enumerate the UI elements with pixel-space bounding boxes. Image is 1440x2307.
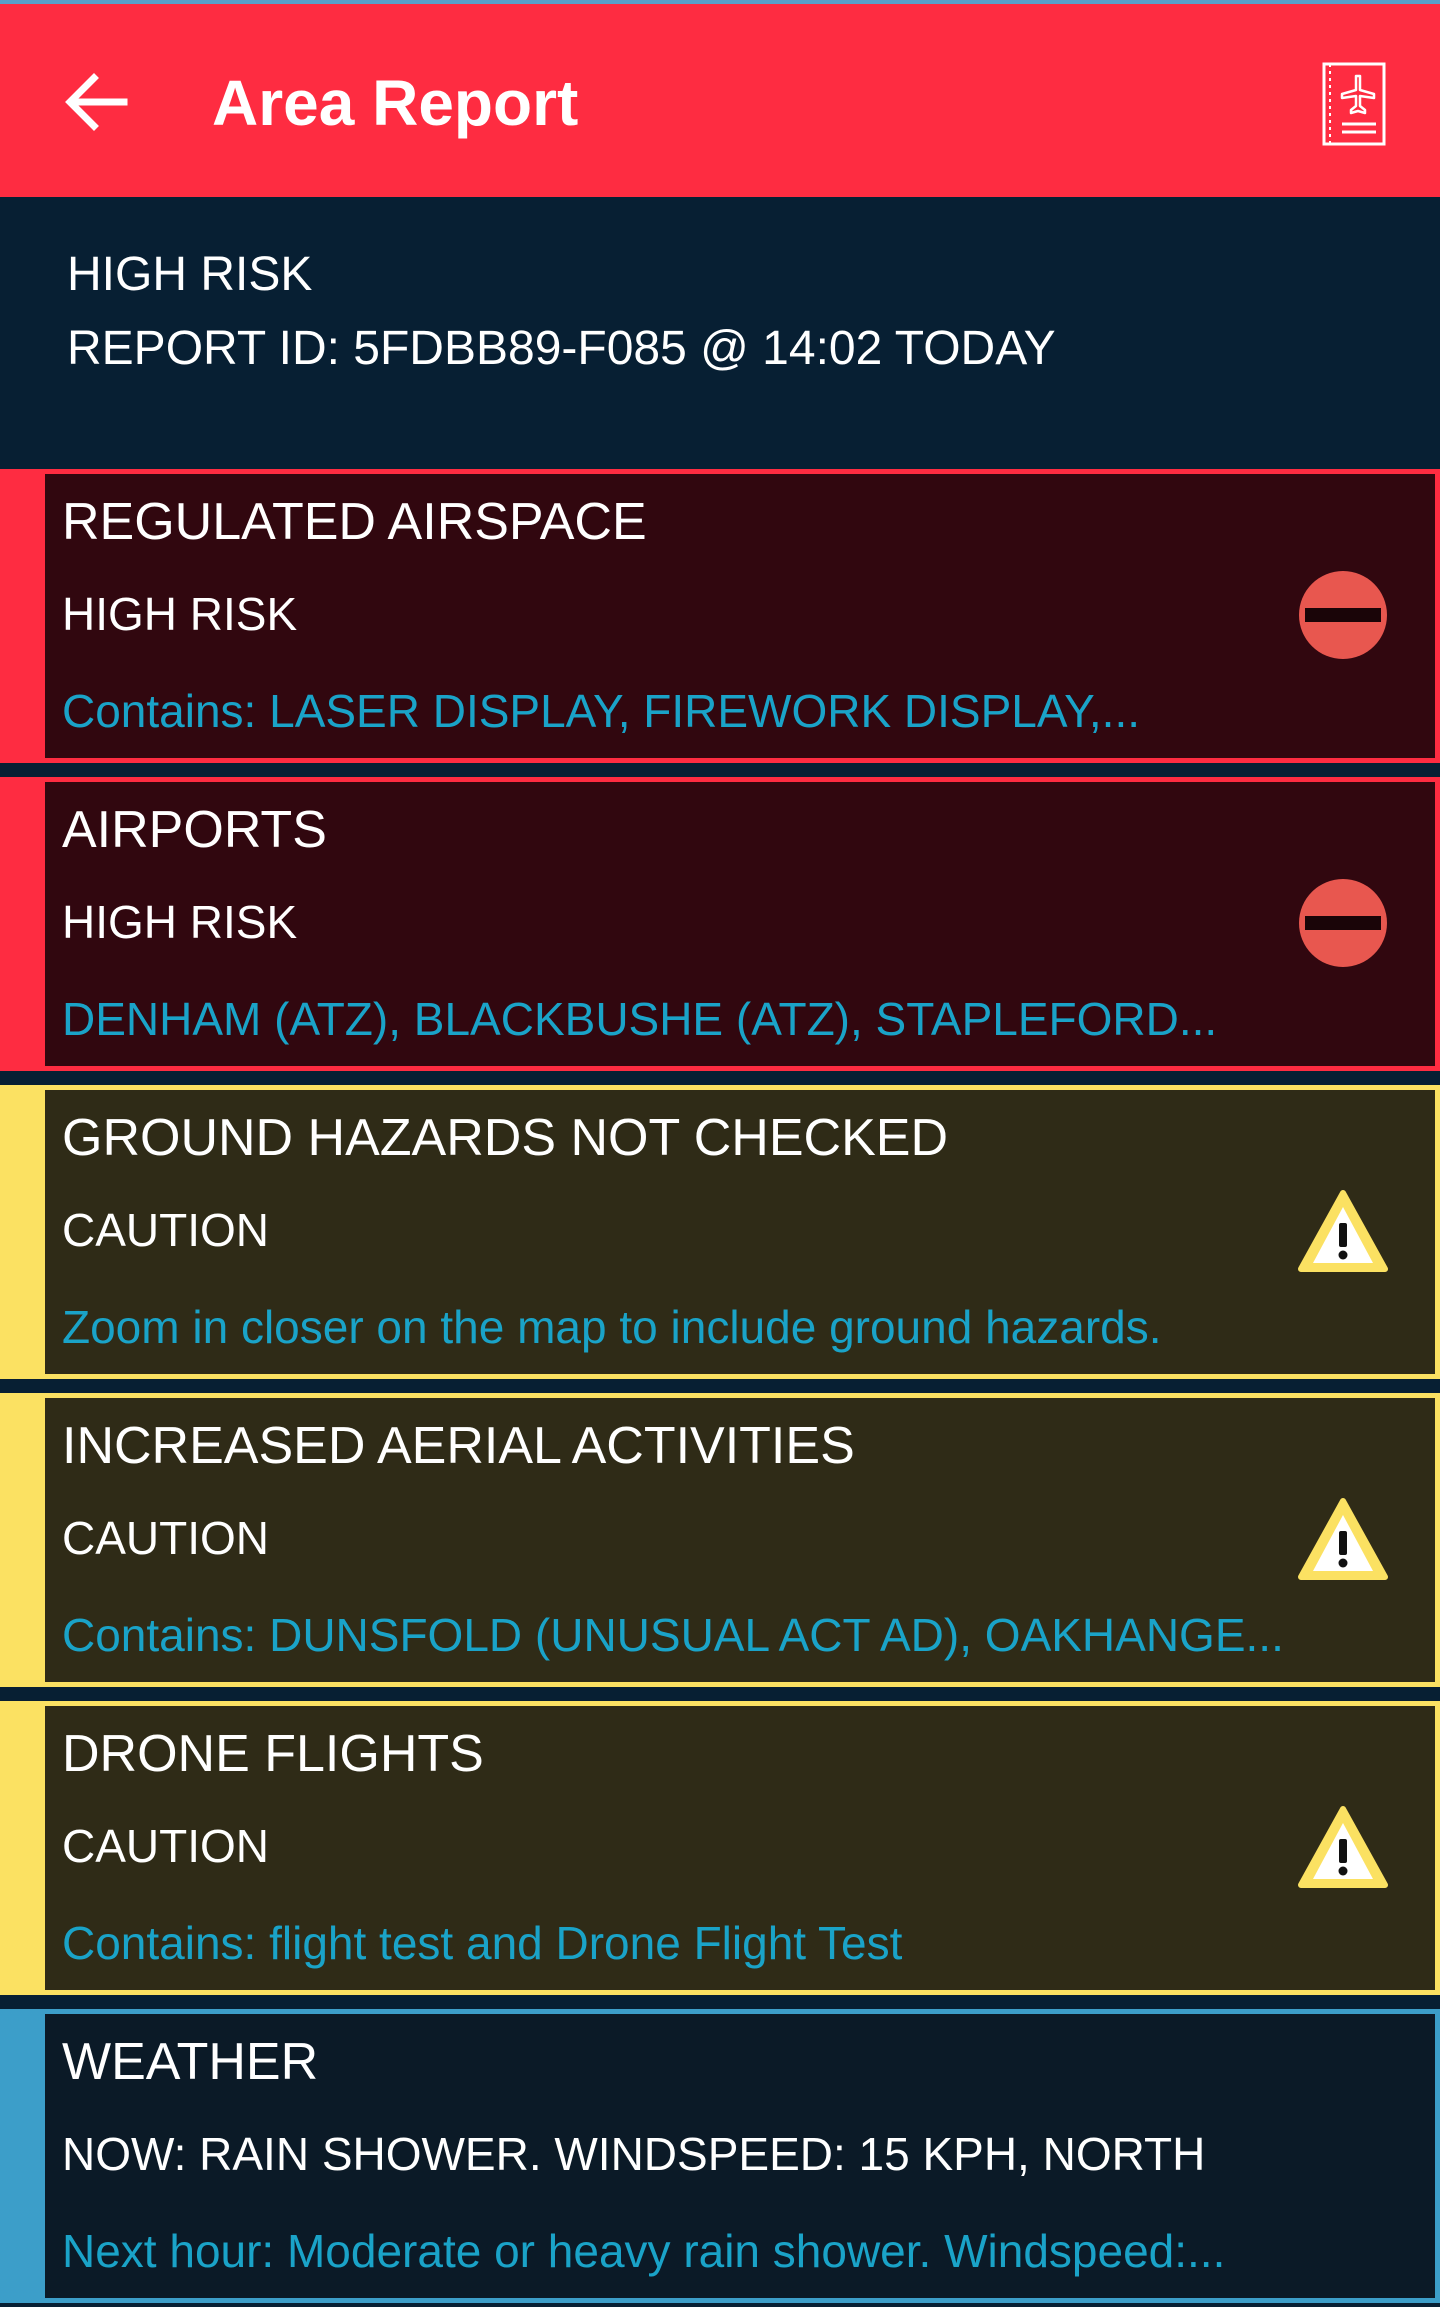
overall-risk: HIGH RISK bbox=[67, 248, 313, 301]
severity-stripe bbox=[0, 2009, 40, 2303]
severity-stripe bbox=[0, 469, 40, 763]
warning-icon bbox=[1298, 1498, 1388, 1580]
card-title: REGULATED AIRSPACE bbox=[62, 493, 647, 551]
card-risk-level: CAUTION bbox=[62, 1512, 269, 1564]
severity-stripe bbox=[0, 777, 40, 1071]
card-risk-level: CAUTION bbox=[62, 1204, 269, 1256]
card-risk-level: HIGH RISK bbox=[62, 896, 298, 948]
card-body: DRONE FLIGHTS CAUTION Contains: flight t… bbox=[40, 1701, 1440, 1995]
warning-icon bbox=[1298, 1190, 1388, 1272]
card-title: WEATHER bbox=[62, 2033, 319, 2091]
arrow-left-icon bbox=[65, 73, 128, 131]
card-body: REGULATED AIRSPACE HIGH RISK Contains: L… bbox=[40, 469, 1440, 763]
card-title: DRONE FLIGHTS bbox=[62, 1725, 484, 1783]
card-body: GROUND HAZARDS NOT CHECKED CAUTION Zoom … bbox=[40, 1085, 1440, 1379]
report-card-weather[interactable]: WEATHER NOW: RAIN SHOWER. WINDSPEED: 15 … bbox=[0, 2009, 1440, 2303]
report-summary: HIGH RISK REPORT ID: 5FDBB89-F085 @ 14:0… bbox=[0, 197, 1440, 465]
card-detail: Contains: flight test and Drone Flight T… bbox=[62, 1917, 903, 1969]
card-risk-level: CAUTION bbox=[62, 1820, 269, 1872]
report-card-aerial-activities[interactable]: INCREASED AERIAL ACTIVITIES CAUTION Cont… bbox=[0, 1393, 1440, 1687]
no-entry-icon bbox=[1299, 571, 1387, 659]
report-id: REPORT ID: 5FDBB89-F085 @ 14:02 TODAY bbox=[67, 322, 1056, 375]
card-title: INCREASED AERIAL ACTIVITIES bbox=[62, 1417, 855, 1475]
card-body: AIRPORTS HIGH RISK DENHAM (ATZ), BLACKBU… bbox=[40, 777, 1440, 1071]
report-card-regulated-airspace[interactable]: REGULATED AIRSPACE HIGH RISK Contains: L… bbox=[0, 469, 1440, 763]
flight-logbook-icon bbox=[1322, 62, 1386, 146]
card-title: GROUND HAZARDS NOT CHECKED bbox=[62, 1109, 949, 1167]
card-title: AIRPORTS bbox=[62, 801, 327, 859]
severity-stripe bbox=[0, 1701, 40, 1995]
severity-stripe bbox=[0, 1085, 40, 1379]
report-card-ground-hazards[interactable]: GROUND HAZARDS NOT CHECKED CAUTION Zoom … bbox=[0, 1085, 1440, 1379]
no-entry-icon bbox=[1299, 879, 1387, 967]
card-body: INCREASED AERIAL ACTIVITIES CAUTION Cont… bbox=[40, 1393, 1440, 1687]
weather-now: NOW: RAIN SHOWER. WINDSPEED: 15 KPH, NOR… bbox=[62, 2128, 1206, 2180]
card-body: WEATHER NOW: RAIN SHOWER. WINDSPEED: 15 … bbox=[40, 2009, 1440, 2303]
card-detail: DENHAM (ATZ), BLACKBUSHE (ATZ), STAPLEFO… bbox=[62, 993, 1218, 1045]
weather-next-hour: Next hour: Moderate or heavy rain shower… bbox=[62, 2225, 1226, 2277]
warning-icon bbox=[1298, 1806, 1388, 1888]
card-detail: Zoom in closer on the map to include gro… bbox=[62, 1301, 1162, 1353]
report-card-airports[interactable]: AIRPORTS HIGH RISK DENHAM (ATZ), BLACKBU… bbox=[0, 777, 1440, 1071]
card-risk-level: HIGH RISK bbox=[62, 588, 298, 640]
app-bar: Area Report bbox=[0, 0, 1440, 197]
page-title: Area Report bbox=[212, 67, 579, 139]
card-detail: Contains: LASER DISPLAY, FIREWORK DISPLA… bbox=[62, 685, 1141, 737]
logbook-button[interactable] bbox=[1318, 60, 1390, 148]
severity-stripe bbox=[0, 1393, 40, 1687]
report-card-drone-flights[interactable]: DRONE FLIGHTS CAUTION Contains: flight t… bbox=[0, 1701, 1440, 1995]
card-detail: Contains: DUNSFOLD (UNUSUAL ACT AD), OAK… bbox=[62, 1609, 1284, 1661]
back-button[interactable] bbox=[62, 72, 132, 132]
